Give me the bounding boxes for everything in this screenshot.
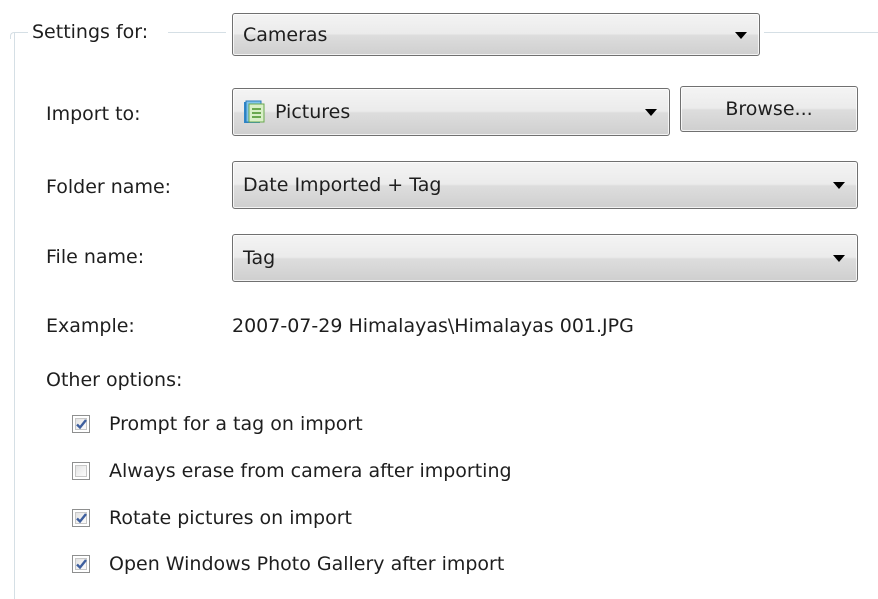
chevron-down-icon	[833, 182, 845, 189]
chevron-down-icon	[645, 109, 657, 116]
chevron-down-icon	[735, 31, 747, 39]
check-mark-icon	[76, 513, 87, 524]
check-mark-icon	[76, 559, 87, 570]
prompt-tag-label: Prompt for a tag on import	[109, 413, 363, 435]
group-frame-top-right	[764, 32, 878, 33]
settings-for-label: Settings for:	[30, 20, 151, 44]
import-to-dropdown[interactable]: Pictures	[232, 88, 670, 136]
rotate-pictures-checkbox[interactable]	[72, 509, 90, 527]
always-erase-label: Always erase from camera after importing	[109, 460, 512, 482]
file-name-value: Tag	[243, 247, 276, 269]
example-value: 2007-07-29 Himalayas\Himalayas 001.JPG	[232, 315, 634, 337]
prompt-tag-checkbox[interactable]	[72, 415, 90, 433]
group-frame-top-left	[14, 32, 28, 33]
always-erase-checkbox[interactable]	[72, 462, 90, 480]
chevron-down-icon	[833, 255, 845, 262]
settings-for-dropdown[interactable]: Cameras	[232, 13, 760, 56]
check-mark-icon	[76, 419, 87, 430]
open-gallery-checkbox[interactable]	[72, 555, 90, 573]
file-name-dropdown[interactable]: Tag	[232, 234, 858, 282]
browse-button-label: Browse...	[725, 98, 813, 120]
other-options-label: Other options:	[46, 369, 183, 391]
folder-name-dropdown[interactable]: Date Imported + Tag	[232, 161, 858, 209]
group-frame-top-mid	[168, 32, 226, 33]
file-name-label: File name:	[46, 246, 145, 268]
folder-name-label: Folder name:	[46, 176, 172, 198]
example-label: Example:	[46, 315, 135, 337]
group-frame-left	[14, 32, 15, 599]
import-to-label: Import to:	[46, 103, 141, 125]
import-to-value: Pictures	[275, 101, 351, 123]
browse-button[interactable]: Browse...	[680, 86, 858, 132]
open-gallery-label: Open Windows Photo Gallery after import	[109, 553, 505, 575]
import-settings-panel: Settings for: Cameras Import to: Picture…	[0, 0, 878, 599]
rotate-pictures-label: Rotate pictures on import	[109, 507, 352, 529]
settings-for-value: Cameras	[243, 23, 328, 46]
folder-name-value: Date Imported + Tag	[243, 174, 442, 196]
pictures-library-icon	[244, 100, 265, 123]
